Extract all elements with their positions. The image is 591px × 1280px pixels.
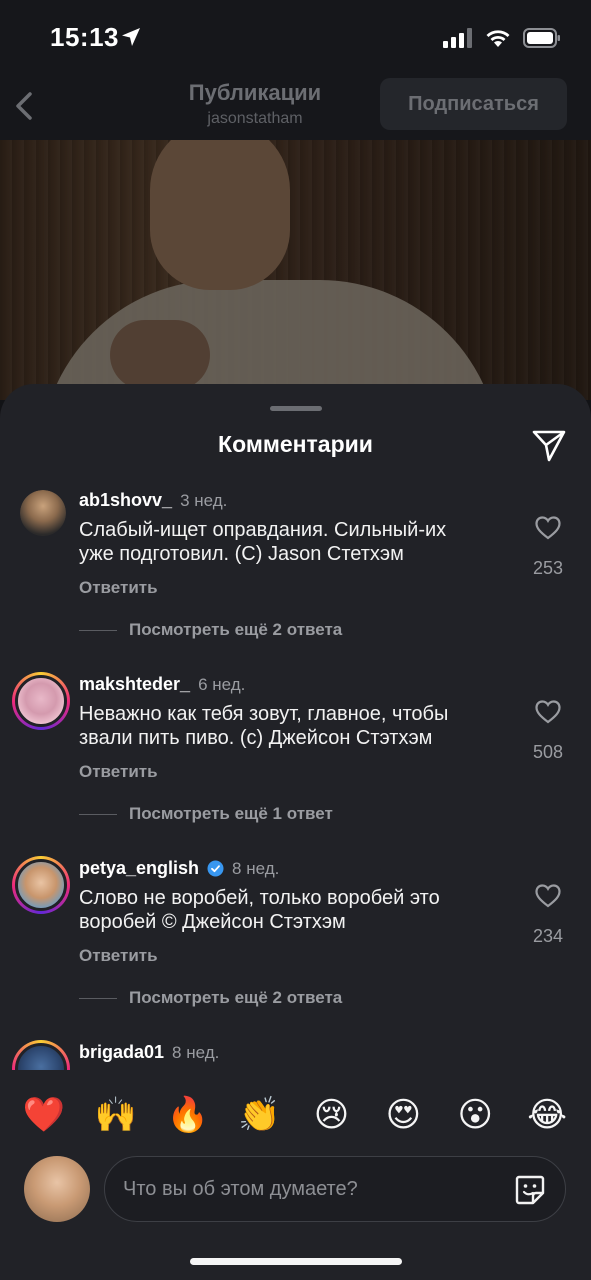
status-bar: 15:13 (0, 0, 591, 78)
avatar (24, 1156, 90, 1222)
replies-divider (79, 629, 117, 631)
comment-header: makshteder_ 6 нед. (79, 674, 245, 695)
avatar[interactable] (12, 672, 70, 730)
reply-button[interactable]: Ответить (79, 946, 158, 966)
status-icons (443, 28, 561, 53)
emoji-laughing[interactable]: 😂 (522, 1095, 572, 1135)
comment-time: 8 нед. (172, 1042, 220, 1062)
like-count: 508 (532, 742, 564, 762)
comment-text-line: воробей © Джейсон Стэтхэм (79, 911, 346, 933)
comment-text-line: Слабый-ищет оправдания. Сильный-их (79, 519, 447, 541)
sheet-title: Комментарии (218, 431, 373, 457)
home-indicator[interactable] (190, 1258, 402, 1265)
comment-header: petya_english 8 нед. (79, 858, 279, 879)
comment-username[interactable]: makshteder_ (79, 674, 190, 695)
like-count: 234 (532, 926, 564, 946)
comment-username[interactable]: ab1shovv_ (79, 490, 172, 511)
comment-text: Неважно как тебя зовут, главное, чтобы з… (79, 702, 519, 750)
like-count: 253 (532, 558, 564, 578)
emoji-clap[interactable]: 👏 (235, 1095, 285, 1135)
comment-item: petya_english 8 нед. Слово не воробей, т… (0, 848, 591, 1028)
nav-bar: Публикации jasonstatham Подписаться (0, 78, 591, 140)
reply-button[interactable]: Ответить (79, 762, 158, 782)
view-replies-label: Посмотреть ещё 1 ответ (129, 804, 333, 823)
view-replies-label: Посмотреть ещё 2 ответа (129, 988, 343, 1007)
comment-input[interactable] (123, 1157, 493, 1221)
comment-time: 8 нед. (232, 858, 280, 878)
avatar[interactable] (12, 856, 70, 914)
avatar[interactable] (20, 490, 66, 536)
emoji-crying[interactable]: 😢 (306, 1095, 356, 1135)
comment-header: ab1shovv_ 3 нед. (79, 490, 227, 511)
comment-text: Слабый-ищет оправдания. Сильный-их уже п… (79, 518, 519, 566)
sticker-icon[interactable] (513, 1173, 547, 1207)
emoji-fire[interactable]: 🔥 (163, 1095, 213, 1135)
comment-text: Слово не воробей, только воробей это вор… (79, 886, 519, 934)
replies-divider (79, 997, 117, 999)
comment-username[interactable]: brigada01 (79, 1042, 164, 1063)
sheet-grabber[interactable] (270, 406, 322, 411)
comment-text-line: звали пить пиво. (с) Джейсон Стэтхэм (79, 727, 433, 749)
post-background: 15:13 Публикации jasonstatham Подписатьс… (0, 0, 591, 400)
signal-icon (443, 28, 473, 53)
status-time: 15:13 (50, 22, 119, 52)
comment-text-line: Неважно как тебя зовут, главное, чтобы (79, 703, 449, 725)
heart-outline-icon[interactable] (528, 884, 568, 913)
comment-item: makshteder_ 6 нед. Неважно как тебя зову… (0, 664, 591, 844)
location-arrow-icon (120, 26, 142, 53)
emoji-surprised[interactable]: 😮 (450, 1095, 500, 1135)
view-replies-label: Посмотреть ещё 2 ответа (129, 620, 343, 639)
view-replies-button[interactable]: Посмотреть ещё 2 ответа (79, 620, 342, 640)
comment-text-line: уже подготовил. (С) Jason Стетхэм (79, 543, 404, 565)
comments-sheet: Комментарии ab1shovv_ 3 нед. Слабый-ищет… (0, 384, 591, 1280)
comment-header: brigada01 8 нед. (79, 1042, 219, 1063)
emoji-raised-hands[interactable]: 🙌 (91, 1095, 141, 1135)
comment-input-box (104, 1156, 566, 1222)
comments-list: ab1shovv_ 3 нед. Слабый-ищет оправдания.… (0, 480, 591, 1080)
heart-outline-icon[interactable] (528, 700, 568, 729)
comment-time: 3 нед. (180, 490, 228, 510)
battery-icon (523, 28, 561, 53)
view-replies-button[interactable]: Посмотреть ещё 1 ответ (79, 804, 333, 824)
comment-text-line: Слово не воробей, только воробей это (79, 887, 440, 909)
replies-divider (79, 813, 117, 815)
wifi-icon (485, 28, 511, 53)
follow-button[interactable]: Подписаться (380, 78, 567, 130)
paper-plane-icon[interactable] (530, 426, 568, 464)
verified-badge-icon (207, 860, 224, 877)
comment-username[interactable]: petya_english (79, 858, 199, 879)
heart-outline-icon[interactable] (528, 516, 568, 545)
reply-button[interactable]: Ответить (79, 578, 158, 598)
list-fade (0, 1070, 591, 1082)
emoji-heart-eyes[interactable]: 😍 (378, 1095, 428, 1135)
comment-item: ab1shovv_ 3 нед. Слабый-ищет оправдания.… (0, 480, 591, 660)
emoji-heart[interactable]: ❤️ (19, 1095, 69, 1135)
view-replies-button[interactable]: Посмотреть ещё 2 ответа (79, 988, 342, 1008)
post-photo (0, 140, 591, 400)
comment-time: 6 нед. (198, 674, 246, 694)
emoji-quick-bar: ❤️ 🙌 🔥 👏 😢 😍 😮 😂 (0, 1092, 591, 1138)
comment-composer (0, 1150, 591, 1230)
